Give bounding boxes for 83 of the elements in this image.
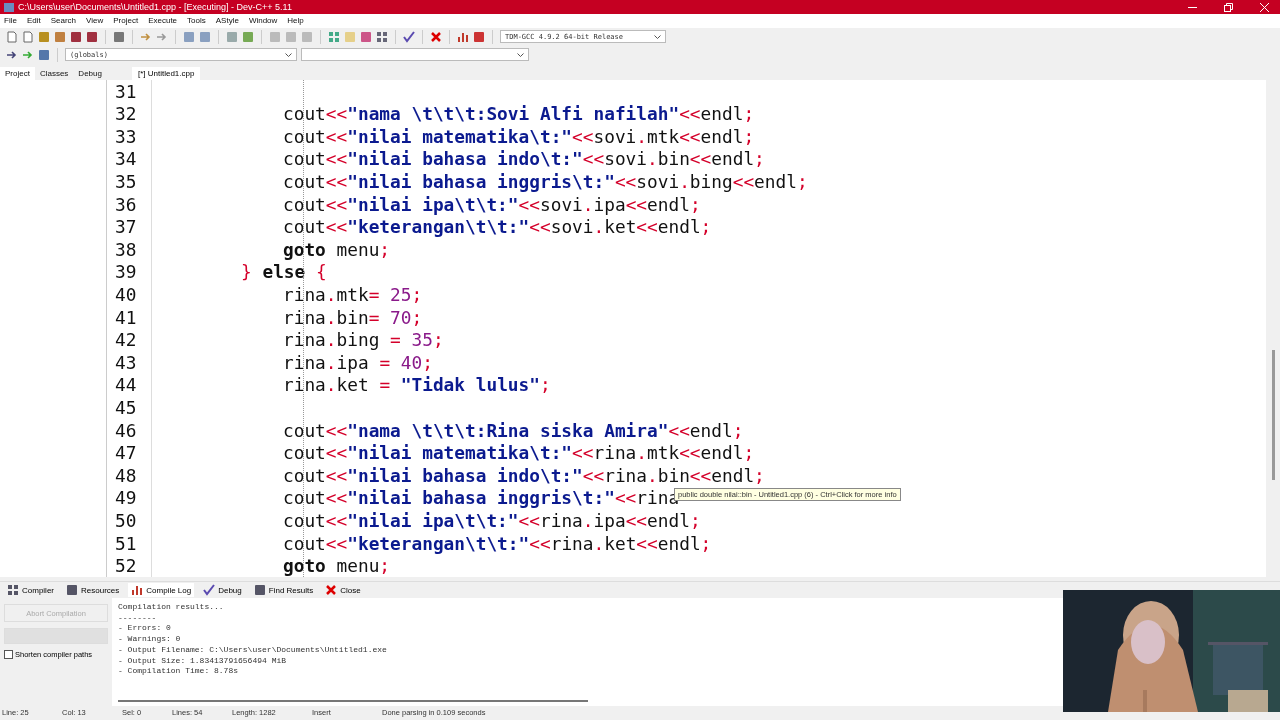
code-line: cout<<"nilai bahasa indo\t:"<<sovi.bin<<endl; xyxy=(283,148,765,170)
line-number: 34 xyxy=(114,147,138,171)
chevron-down-icon xyxy=(517,52,524,57)
line-number: 32 xyxy=(114,102,138,126)
document-icon[interactable] xyxy=(6,30,18,43)
menu-item[interactable]: Search xyxy=(50,16,77,26)
code-line: goto menu; xyxy=(283,238,391,260)
code-line: rina.bing = 35; xyxy=(283,329,444,351)
compile-log: Compilation results... -------- - Errors: 0 - Warnings: 0 - Output Filename: C:\Users\user\Documents\Untitled1.exe - Output Size: 1.83413791656494 MiB - Compilation Time: 8.78s xyxy=(112,598,1063,706)
menu-item[interactable]: Help xyxy=(287,16,304,26)
cross-icon[interactable] xyxy=(430,30,442,43)
chevron-down-icon xyxy=(654,34,661,39)
minimize-button[interactable] xyxy=(1187,6,1197,8)
code-line: cout<<"nilai ipa\t\t:"<<sovi.ipa<<endl; xyxy=(283,193,701,215)
app-icon xyxy=(4,2,14,12)
code-line: cout<<"keterangan\t\t:"<<rina.ket<<endl; xyxy=(283,532,712,554)
code-line: cout<<"nilai bahasa inggris\t:"<<sovi.bing<<endl; xyxy=(283,171,808,193)
line-number: 31 xyxy=(114,79,138,103)
code-line: cout<<"nilai ipa\t\t:"<<rina.ipa<<endl; xyxy=(283,509,701,531)
menu-item[interactable]: Edit xyxy=(26,16,41,26)
side-tab[interactable]: Debug xyxy=(73,66,107,80)
line-number: 33 xyxy=(114,125,138,148)
code-line: } else { xyxy=(241,261,327,283)
menu-item[interactable]: Execute xyxy=(148,16,178,26)
menu-item[interactable]: File xyxy=(4,16,17,26)
line-number: 42 xyxy=(114,328,138,351)
check-icon[interactable] xyxy=(203,584,216,596)
code-line: rina.ipa = 40; xyxy=(283,351,433,373)
line-number: 50 xyxy=(114,509,138,532)
code-line: cout<<"nilai matematika\t:"<<sovi.mtk<<endl; xyxy=(283,125,755,147)
grid-icon[interactable] xyxy=(376,30,388,43)
line-number: 51 xyxy=(114,531,138,555)
arrow-icon[interactable] xyxy=(6,48,18,61)
undo-icon[interactable] xyxy=(140,30,152,43)
line-number: 36 xyxy=(114,192,138,216)
side-tab[interactable]: Project xyxy=(0,66,35,80)
code-line: cout<<"nama \t\t\t:Rina siska Amira"<<endl; xyxy=(283,419,744,441)
close-button[interactable] xyxy=(1259,2,1269,12)
line-number: 43 xyxy=(114,351,138,374)
grid-icon[interactable] xyxy=(7,584,19,596)
editor-tab[interactable]: [*] Untitled1.cpp xyxy=(131,66,201,80)
scrollbar[interactable] xyxy=(1266,79,1280,578)
code-line: cout<<"keterangan\t\t:"<<sovi.ket<<endl; xyxy=(283,216,712,238)
line-number: 49 xyxy=(114,486,138,510)
line-number: 52 xyxy=(114,554,138,577)
chart-icon[interactable] xyxy=(457,30,469,43)
line-number: 35 xyxy=(114,170,138,193)
code-line: goto menu; xyxy=(283,555,391,577)
menu-item[interactable]: View xyxy=(86,16,104,26)
check-icon[interactable] xyxy=(403,30,415,43)
panel-tab[interactable]: Compiler xyxy=(4,583,57,597)
line-number: 38 xyxy=(114,238,138,261)
line-number: 40 xyxy=(114,283,138,306)
panel-tab[interactable]: Resources xyxy=(63,583,123,597)
code-line: cout<<"nilai bahasa indo\t:"<<rina.bin<<endl; xyxy=(283,464,765,486)
panel-tab[interactable]: Compile Log xyxy=(128,583,195,597)
menu-item[interactable]: AStyle xyxy=(215,16,239,26)
panel-tab[interactable]: Debug xyxy=(200,583,245,597)
menu-item[interactable]: Project xyxy=(113,16,139,26)
restore-button[interactable] xyxy=(1223,2,1233,12)
chart-icon[interactable] xyxy=(131,584,144,596)
code-line: cout<<"nilai matematika\t:"<<rina.mtk<<endl; xyxy=(283,442,755,464)
document-icon[interactable] xyxy=(22,30,34,43)
code-line: cout<<"nama \t\t\t:Sovi Alfi nafilah"<<endl; xyxy=(283,103,755,125)
line-number: 39 xyxy=(114,260,138,284)
line-number: 47 xyxy=(114,441,138,464)
code-line: rina.ket = "Tidak lulus"; xyxy=(283,374,551,396)
line-number: 41 xyxy=(114,305,138,329)
line-number: 44 xyxy=(114,373,138,397)
code-line: rina.bin= 70; xyxy=(283,306,423,328)
side-tab[interactable]: Classes xyxy=(34,66,74,80)
line-number: 37 xyxy=(114,215,138,239)
panel-tab[interactable]: Find Results xyxy=(250,583,317,597)
line-number: 48 xyxy=(114,463,138,487)
line-number: 46 xyxy=(114,418,138,442)
redo-icon[interactable] xyxy=(156,30,168,43)
menu-item[interactable]: Tools xyxy=(187,16,206,26)
panel-tab[interactable]: Close xyxy=(322,583,364,597)
menu-item[interactable]: Window xyxy=(248,16,278,26)
code-line: rina.mtk= 25; xyxy=(283,284,423,305)
window-title: C:\Users\user\Documents\Untitled1.cpp - [Executing] - Dev-C++ 5.11 xyxy=(18,2,293,12)
chevron-down-icon xyxy=(285,52,292,57)
line-number: 45 xyxy=(114,396,138,419)
